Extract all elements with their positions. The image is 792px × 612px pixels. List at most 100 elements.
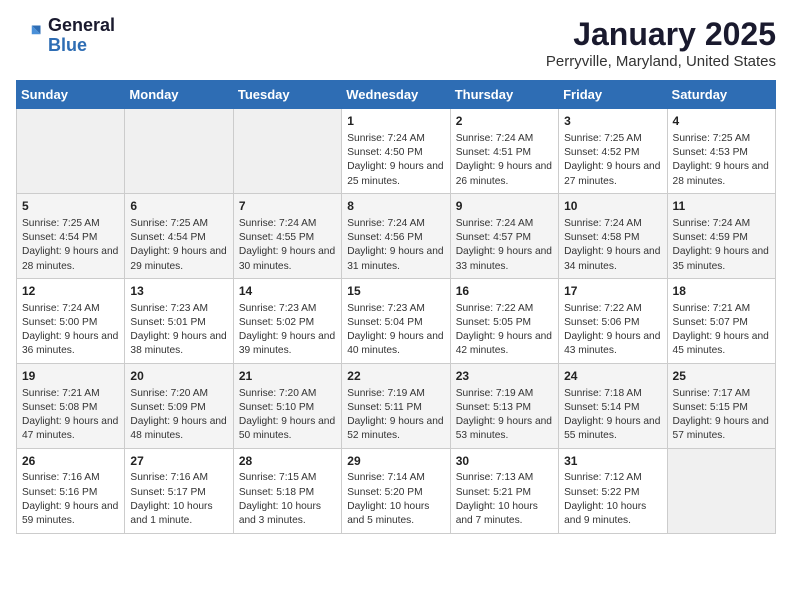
day-number: 2	[456, 113, 553, 130]
day-number: 23	[456, 368, 553, 385]
calendar-cell: 3 Sunrise: 7:25 AM Sunset: 4:52 PM Daylig…	[559, 109, 667, 194]
day-info: Sunrise: 7:21 AM Sunset: 5:08 PM Dayligh…	[22, 387, 119, 444]
calendar-cell: 28Sunrise: 7:15 AM Sunset: 5:18 PM Dayli…	[233, 448, 341, 533]
calendar-week-row: 5 Sunrise: 7:25 AM Sunset: 4:54 PM Daylig…	[17, 193, 776, 278]
day-number: 30	[456, 453, 553, 470]
day-number: 31	[564, 453, 661, 470]
day-info: Sunrise: 7:23 AM Sunset: 5:02 PM Dayligh…	[239, 302, 336, 359]
day-info: Sunrise: 7:24 AM Sunset: 4:56 PM Dayligh…	[347, 217, 444, 274]
day-info: Sunrise: 7:18 AM Sunset: 5:14 PM Dayligh…	[564, 387, 661, 444]
day-info: Sunrise: 7:24 AM Sunset: 4:57 PM Dayligh…	[456, 217, 553, 274]
calendar-cell: 1 Sunrise: 7:24 AM Sunset: 4:50 PM Daylig…	[342, 109, 450, 194]
day-info: Sunrise: 7:17 AM Sunset: 5:15 PM Dayligh…	[673, 387, 770, 444]
day-number: 16	[456, 283, 553, 300]
day-header-friday: Friday	[559, 81, 667, 109]
day-number: 7	[239, 198, 336, 215]
day-info: Sunrise: 7:21 AM Sunset: 5:07 PM Dayligh…	[673, 302, 770, 359]
calendar-cell	[17, 109, 125, 194]
calendar-cell: 24 Sunrise: 7:18 AM Sunset: 5:14 PM Dayli…	[559, 363, 667, 448]
calendar-cell: 11Sunrise: 7:24 AM Sunset: 4:59 PM Dayli…	[667, 193, 775, 278]
calendar-cell: 20Sunrise: 7:20 AM Sunset: 5:09 PM Dayli…	[125, 363, 233, 448]
day-number: 13	[130, 283, 227, 300]
calendar-cell: 6 Sunrise: 7:25 AM Sunset: 4:54 PM Daylig…	[125, 193, 233, 278]
calendar-subtitle: Perryville, Maryland, United States	[546, 53, 776, 70]
calendar-cell: 19 Sunrise: 7:21 AM Sunset: 5:08 PM Dayli…	[17, 363, 125, 448]
calendar-cell: 17Sunrise: 7:22 AM Sunset: 5:06 PM Dayli…	[559, 278, 667, 363]
day-number: 25	[673, 368, 770, 385]
day-header-tuesday: Tuesday	[233, 81, 341, 109]
day-info: Sunrise: 7:24 AM Sunset: 4:50 PM Dayligh…	[347, 132, 444, 189]
calendar-cell: 25 Sunrise: 7:17 AM Sunset: 5:15 PM Dayli…	[667, 363, 775, 448]
day-info: Sunrise: 7:13 AM Sunset: 5:21 PM Dayligh…	[456, 471, 553, 528]
calendar-cell: 31Sunrise: 7:12 AM Sunset: 5:22 PM Dayli…	[559, 448, 667, 533]
day-info: Sunrise: 7:16 AM Sunset: 5:16 PM Dayligh…	[22, 471, 119, 528]
calendar-week-row: 1 Sunrise: 7:24 AM Sunset: 4:50 PM Daylig…	[17, 109, 776, 194]
calendar-header-row: SundayMondayTuesdayWednesdayThursdayFrid…	[17, 81, 776, 109]
calendar-cell: 12Sunrise: 7:24 AM Sunset: 5:00 PM Dayli…	[17, 278, 125, 363]
day-number: 3	[564, 113, 661, 130]
day-info: Sunrise: 7:22 AM Sunset: 5:06 PM Dayligh…	[564, 302, 661, 359]
calendar-week-row: 19 Sunrise: 7:21 AM Sunset: 5:08 PM Dayli…	[17, 363, 776, 448]
day-info: Sunrise: 7:19 AM Sunset: 5:11 PM Dayligh…	[347, 387, 444, 444]
calendar-cell: 21 Sunrise: 7:20 AM Sunset: 5:10 PM Dayli…	[233, 363, 341, 448]
day-info: Sunrise: 7:24 AM Sunset: 5:00 PM Dayligh…	[22, 302, 119, 359]
day-info: Sunrise: 7:20 AM Sunset: 5:10 PM Dayligh…	[239, 387, 336, 444]
day-info: Sunrise: 7:12 AM Sunset: 5:22 PM Dayligh…	[564, 471, 661, 528]
calendar-title: January 2025	[546, 16, 776, 53]
day-header-thursday: Thursday	[450, 81, 558, 109]
day-header-sunday: Sunday	[17, 81, 125, 109]
day-number: 29	[347, 453, 444, 470]
calendar-cell: 23Sunrise: 7:19 AM Sunset: 5:13 PM Dayli…	[450, 363, 558, 448]
day-info: Sunrise: 7:25 AM Sunset: 4:54 PM Dayligh…	[22, 217, 119, 274]
day-info: Sunrise: 7:25 AM Sunset: 4:53 PM Dayligh…	[673, 132, 770, 189]
day-info: Sunrise: 7:20 AM Sunset: 5:09 PM Dayligh…	[130, 387, 227, 444]
calendar-cell: 18 Sunrise: 7:21 AM Sunset: 5:07 PM Dayli…	[667, 278, 775, 363]
day-number: 1	[347, 113, 444, 130]
day-number: 11	[673, 198, 770, 215]
day-number: 8	[347, 198, 444, 215]
calendar-table: SundayMondayTuesdayWednesdayThursdayFrid…	[16, 80, 776, 534]
calendar-cell	[125, 109, 233, 194]
day-number: 10	[564, 198, 661, 215]
day-number: 24	[564, 368, 661, 385]
day-info: Sunrise: 7:24 AM Sunset: 4:55 PM Dayligh…	[239, 217, 336, 274]
calendar-cell: 15Sunrise: 7:23 AM Sunset: 5:04 PM Dayli…	[342, 278, 450, 363]
calendar-cell	[667, 448, 775, 533]
day-number: 18	[673, 283, 770, 300]
calendar-cell: 30Sunrise: 7:13 AM Sunset: 5:21 PM Dayli…	[450, 448, 558, 533]
day-info: Sunrise: 7:23 AM Sunset: 5:01 PM Dayligh…	[130, 302, 227, 359]
day-number: 28	[239, 453, 336, 470]
day-number: 4	[673, 113, 770, 130]
title-block: January 2025 Perryville, Maryland, Unite…	[546, 16, 776, 70]
calendar-cell: 2Sunrise: 7:24 AM Sunset: 4:51 PM Daylig…	[450, 109, 558, 194]
calendar-cell: 13 Sunrise: 7:23 AM Sunset: 5:01 PM Dayli…	[125, 278, 233, 363]
calendar-cell: 27Sunrise: 7:16 AM Sunset: 5:17 PM Dayli…	[125, 448, 233, 533]
page-header: General Blue January 2025 Perryville, Ma…	[16, 16, 776, 70]
day-number: 21	[239, 368, 336, 385]
day-info: Sunrise: 7:24 AM Sunset: 4:58 PM Dayligh…	[564, 217, 661, 274]
calendar-cell: 5 Sunrise: 7:25 AM Sunset: 4:54 PM Daylig…	[17, 193, 125, 278]
day-info: Sunrise: 7:14 AM Sunset: 5:20 PM Dayligh…	[347, 471, 444, 528]
day-info: Sunrise: 7:16 AM Sunset: 5:17 PM Dayligh…	[130, 471, 227, 528]
day-info: Sunrise: 7:23 AM Sunset: 5:04 PM Dayligh…	[347, 302, 444, 359]
calendar-cell: 29Sunrise: 7:14 AM Sunset: 5:20 PM Dayli…	[342, 448, 450, 533]
day-info: Sunrise: 7:25 AM Sunset: 4:54 PM Dayligh…	[130, 217, 227, 274]
calendar-week-row: 26Sunrise: 7:16 AM Sunset: 5:16 PM Dayli…	[17, 448, 776, 533]
calendar-week-row: 12Sunrise: 7:24 AM Sunset: 5:00 PM Dayli…	[17, 278, 776, 363]
calendar-cell: 4 Sunrise: 7:25 AM Sunset: 4:53 PM Daylig…	[667, 109, 775, 194]
day-number: 19	[22, 368, 119, 385]
day-number: 5	[22, 198, 119, 215]
day-number: 14	[239, 283, 336, 300]
day-header-monday: Monday	[125, 81, 233, 109]
calendar-cell: 10 Sunrise: 7:24 AM Sunset: 4:58 PM Dayli…	[559, 193, 667, 278]
day-header-saturday: Saturday	[667, 81, 775, 109]
calendar-cell: 9Sunrise: 7:24 AM Sunset: 4:57 PM Daylig…	[450, 193, 558, 278]
calendar-cell: 8 Sunrise: 7:24 AM Sunset: 4:56 PM Daylig…	[342, 193, 450, 278]
logo-icon	[16, 22, 44, 50]
calendar-cell: 14 Sunrise: 7:23 AM Sunset: 5:02 PM Dayli…	[233, 278, 341, 363]
logo-text: General Blue	[48, 16, 115, 56]
day-number: 27	[130, 453, 227, 470]
day-info: Sunrise: 7:25 AM Sunset: 4:52 PM Dayligh…	[564, 132, 661, 189]
calendar-cell: 7 Sunrise: 7:24 AM Sunset: 4:55 PM Daylig…	[233, 193, 341, 278]
day-number: 6	[130, 198, 227, 215]
